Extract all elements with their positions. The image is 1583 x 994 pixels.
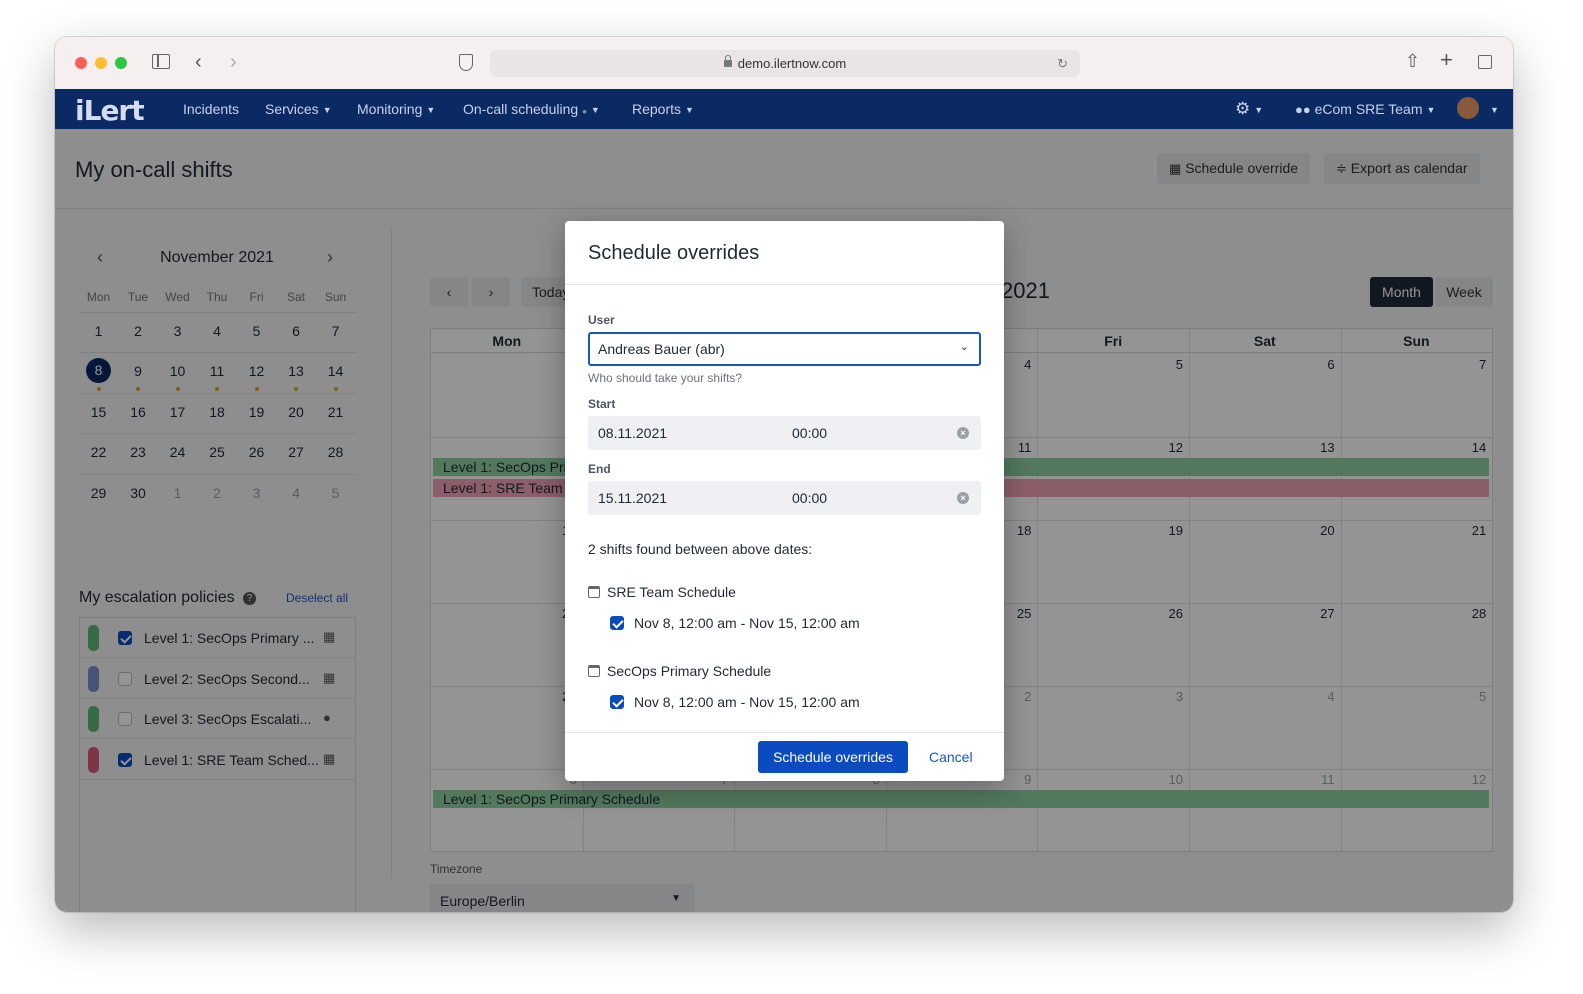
browser-window: ‹ › demo.ilertnow.com ↻ ⇧ + iLert Incide…: [55, 37, 1513, 912]
modal-footer-divider: [565, 732, 1004, 733]
nav-on-call-scheduling[interactable]: On-call scheduling ● ▼: [463, 101, 600, 117]
start-label: Start: [588, 397, 616, 411]
address-bar[interactable]: demo.ilertnow.com ↻: [490, 50, 1080, 77]
chevron-down-icon: ⌄: [959, 341, 969, 353]
user-select[interactable]: Andreas Bauer (abr) ⌄: [588, 332, 981, 366]
avatar[interactable]: [1457, 97, 1479, 119]
clear-end-icon[interactable]: ×: [957, 492, 969, 504]
minimize-window-button[interactable]: [95, 57, 107, 69]
settings-gear-icon[interactable]: ⚙ ▼: [1235, 99, 1263, 119]
forward-icon[interactable]: ›: [230, 52, 237, 72]
chevron-down-icon: ▼: [685, 105, 694, 115]
url-text: demo.ilertnow.com: [737, 56, 847, 71]
calendar-icon: [588, 586, 600, 598]
nav-reports[interactable]: Reports ▼: [632, 101, 694, 117]
browser-toolbar: ‹ › demo.ilertnow.com ↻ ⇧ +: [55, 37, 1513, 89]
reload-icon[interactable]: ↻: [1057, 50, 1068, 77]
end-label: End: [588, 462, 611, 476]
schedule-heading: SecOps Primary Schedule: [588, 663, 771, 679]
start-date-value[interactable]: 08.11.2021: [598, 425, 667, 441]
nav-monitoring[interactable]: Monitoring ▼: [357, 101, 435, 117]
shield-icon[interactable]: [459, 54, 473, 71]
chevron-down-icon: ▼: [590, 105, 600, 115]
avatar-menu-chevron-icon[interactable]: ▼: [1486, 101, 1499, 117]
shift-checkbox[interactable]: [610, 695, 624, 709]
shifts-found-text: 2 shifts found between above dates:: [588, 541, 813, 557]
schedule-heading: SRE Team Schedule: [588, 584, 736, 600]
calendar-icon: [588, 665, 600, 677]
lock-icon: [723, 55, 732, 67]
tabs-overview-icon[interactable]: [1478, 55, 1492, 69]
status-dot-icon: ●: [582, 107, 587, 116]
sidebar-toggle-icon[interactable]: [152, 54, 170, 69]
ilert-logo[interactable]: iLert: [75, 94, 145, 127]
cancel-button[interactable]: Cancel: [929, 749, 973, 765]
chevron-down-icon: ▼: [426, 105, 436, 115]
share-icon[interactable]: ⇧: [1405, 52, 1420, 70]
user-help-text: Who should take your shifts?: [588, 371, 743, 385]
shift-checkbox[interactable]: [610, 616, 624, 630]
clear-start-icon[interactable]: ×: [957, 427, 969, 439]
end-time-value[interactable]: 00:00: [792, 490, 827, 506]
back-icon[interactable]: ‹: [195, 52, 202, 72]
maximize-window-button[interactable]: [115, 57, 127, 69]
start-time-value[interactable]: 00:00: [792, 425, 827, 441]
close-window-button[interactable]: [75, 57, 87, 69]
nav-services[interactable]: Services ▼: [265, 101, 332, 117]
start-datetime-field[interactable]: 08.11.2021 00:00 ×: [588, 416, 981, 450]
shift-row[interactable]: Nov 8, 12:00 am - Nov 15, 12:00 am: [610, 614, 860, 631]
end-date-value[interactable]: 15.11.2021: [598, 490, 667, 506]
nav-incidents[interactable]: Incidents: [183, 101, 239, 117]
user-label: User: [588, 313, 615, 327]
schedule-overrides-modal: Schedule overrides User Andreas Bauer (a…: [565, 221, 1004, 781]
shift-row[interactable]: Nov 8, 12:00 am - Nov 15, 12:00 am: [610, 693, 860, 710]
modal-divider: [565, 284, 1004, 285]
chevron-down-icon: ▼: [322, 105, 332, 115]
app-navbar: iLert Incidents Services ▼ Monitoring ▼ On…: [55, 89, 1513, 129]
modal-title: Schedule overrides: [588, 242, 760, 264]
chevron-down-icon: ▼: [1426, 105, 1436, 115]
end-datetime-field[interactable]: 15.11.2021 00:00 ×: [588, 481, 981, 515]
users-icon: ●●: [1295, 102, 1311, 117]
new-tab-icon[interactable]: +: [1440, 49, 1453, 71]
schedule-overrides-submit-button[interactable]: Schedule overrides: [758, 741, 908, 773]
team-switcher[interactable]: ●● eCom SRE Team ▼: [1295, 101, 1435, 117]
